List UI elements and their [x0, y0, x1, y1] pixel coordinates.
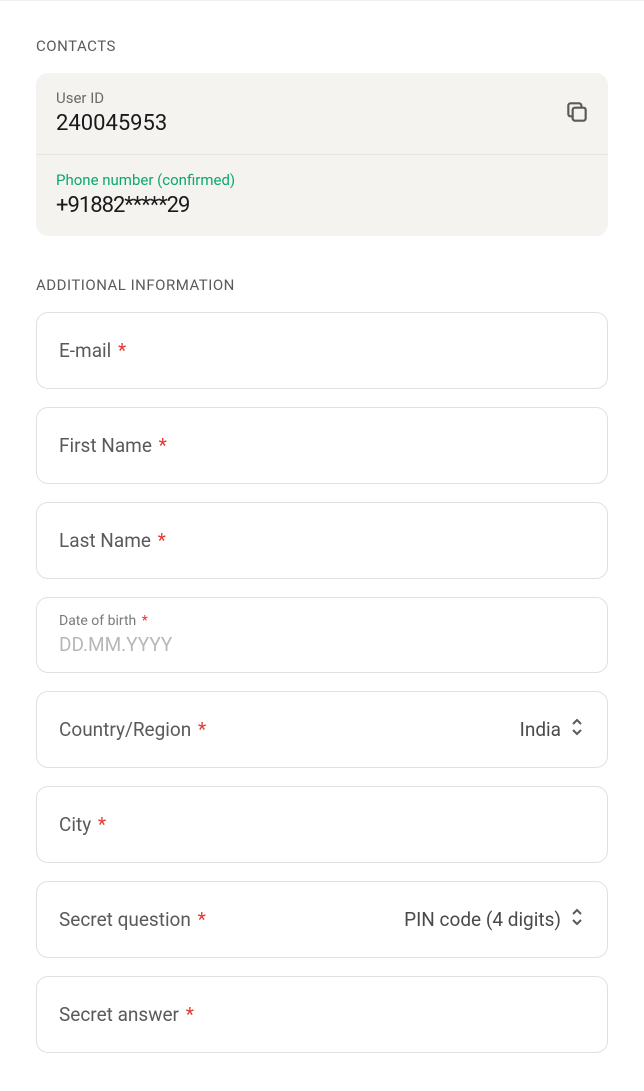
chevron-updown-icon [569, 718, 585, 741]
country-value: India [520, 718, 585, 741]
first-name-label: First Name * [59, 434, 167, 457]
secret-question-label: Secret question * [59, 908, 206, 931]
required-asterisk: * [193, 718, 206, 741]
user-id-value: 240045953 [56, 111, 588, 136]
dob-placeholder: DD.MM.YYYY [59, 633, 172, 656]
phone-label: Phone number (confirmed) [56, 171, 588, 189]
required-asterisk: * [153, 529, 166, 552]
phone-value: +91882*****29 [56, 193, 588, 218]
user-id-label: User ID [56, 89, 588, 107]
secret-answer-label: Secret answer * [59, 1003, 194, 1026]
required-asterisk: * [154, 434, 167, 457]
required-asterisk: * [93, 813, 106, 836]
required-asterisk: * [138, 613, 148, 629]
required-asterisk: * [181, 1003, 194, 1026]
secret-question-field[interactable]: Secret question * PIN code (4 digits) [36, 881, 608, 958]
last-name-label: Last Name * [59, 529, 166, 552]
user-id-row: User ID 240045953 [36, 73, 608, 154]
city-label: City * [59, 813, 106, 836]
city-field[interactable]: City * [36, 786, 608, 863]
email-label: E-mail * [59, 339, 126, 362]
chevron-updown-icon [569, 908, 585, 931]
last-name-field[interactable]: Last Name * [36, 502, 608, 579]
secret-question-value: PIN code (4 digits) [404, 908, 585, 931]
required-asterisk: * [113, 339, 126, 362]
secret-answer-field[interactable]: Secret answer * [36, 976, 608, 1053]
first-name-field[interactable]: First Name * [36, 407, 608, 484]
contacts-section-title: CONTACTS [36, 37, 608, 55]
dob-label: Date of birth * [59, 613, 148, 629]
phone-row: Phone number (confirmed) +91882*****29 [36, 154, 608, 236]
country-field[interactable]: Country/Region * India [36, 691, 608, 768]
contacts-card: User ID 240045953 Phone number (confirme… [36, 73, 608, 236]
additional-section-title: ADDITIONAL INFORMATION [36, 276, 608, 294]
dob-field[interactable]: Date of birth * DD.MM.YYYY [36, 597, 608, 673]
email-field[interactable]: E-mail * [36, 312, 608, 389]
country-label: Country/Region * [59, 718, 206, 741]
required-asterisk: * [193, 908, 206, 931]
copy-icon[interactable] [564, 99, 590, 129]
